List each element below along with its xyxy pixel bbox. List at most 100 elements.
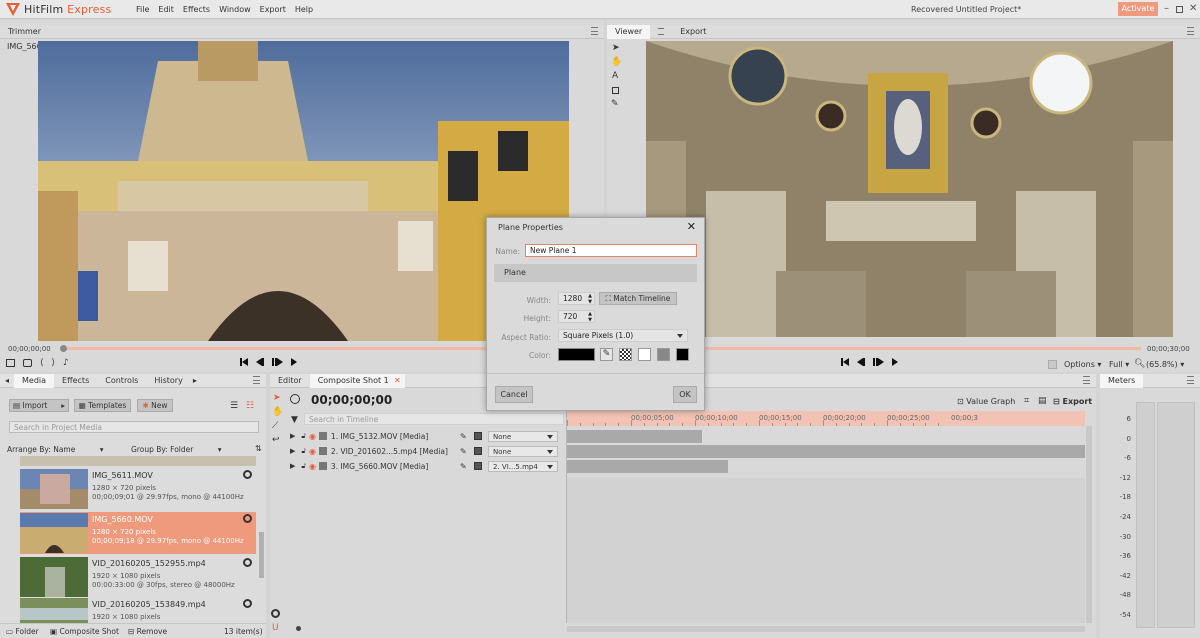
tab-history[interactable]: History — [146, 374, 190, 388]
tab-viewer[interactable]: Viewer — [607, 24, 651, 39]
width-input[interactable]: 1280 ▲ ▼ — [558, 292, 595, 305]
media-search-input[interactable]: Search in Project Media — [9, 421, 259, 433]
media-item[interactable]: IMG_5611.MOV 1280 × 720 pixels 00;00;09;… — [20, 468, 256, 510]
menu-help[interactable]: Help — [295, 5, 313, 14]
mark-out-icon[interactable]: ⟩ — [52, 358, 56, 368]
hand-tool-icon[interactable]: ✋ — [611, 57, 622, 67]
editor-export-button[interactable]: ⊟ Export — [1053, 397, 1092, 406]
trimmer-playhead[interactable] — [60, 345, 67, 352]
detail-view-icon[interactable]: ☷ — [246, 401, 254, 411]
gear-icon[interactable] — [243, 470, 252, 479]
tab-export[interactable]: Export — [672, 25, 714, 39]
templates-button[interactable]: ▦ Templates — [74, 399, 131, 412]
viewer-options-dropdown[interactable]: Options ▾ — [1064, 360, 1101, 369]
tabs-scroll-left-icon[interactable]: ◂ — [0, 376, 14, 385]
editor-menu-icon[interactable] — [1083, 376, 1090, 384]
blend-mode-dropdown[interactable]: 2. VI...5.mp4 — [488, 460, 558, 472]
visibility-icon[interactable]: ◉ — [309, 447, 316, 456]
timeline-vscroll[interactable] — [1086, 426, 1092, 623]
trimmer-menu-icon[interactable] — [591, 27, 598, 35]
tab-editor[interactable]: Editor — [270, 374, 310, 388]
pen-tool-icon[interactable]: ✎ — [611, 99, 619, 109]
viewer-step-forward-icon[interactable] — [873, 358, 884, 368]
media-scrollbar[interactable] — [259, 532, 264, 578]
timeline-hand-icon[interactable]: ✋ — [272, 407, 283, 417]
visibility-icon[interactable]: ◉ — [309, 462, 316, 471]
gray-swatch[interactable] — [657, 348, 670, 361]
new-folder-button[interactable]: ▭ Folder — [6, 627, 39, 636]
play-icon[interactable] — [291, 358, 297, 368]
group-by-dropdown[interactable]: Group By: Folder ▾ — [131, 445, 222, 454]
cancel-button[interactable]: Cancel — [495, 386, 533, 403]
menu-export[interactable]: Export — [260, 5, 286, 14]
skip-start-icon[interactable] — [240, 358, 248, 368]
menu-edit[interactable]: Edit — [158, 5, 174, 14]
tab-media[interactable]: Media — [14, 373, 55, 388]
timeline-tool-b-icon[interactable]: ▤ — [1038, 396, 1047, 406]
minimize-icon[interactable]: – — [1164, 3, 1169, 14]
step-back-icon[interactable] — [256, 358, 264, 368]
close-window-icon[interactable]: ✕ — [1189, 3, 1197, 14]
media-item-selected[interactable]: IMG_5660.MOV 1280 × 720 pixels 00;00;09;… — [20, 512, 256, 554]
pen-icon[interactable]: ✎ — [460, 432, 467, 441]
pen-icon[interactable]: ✎ — [460, 462, 467, 471]
new-button[interactable]: ✱ New — [137, 399, 173, 412]
timeline-hscroll[interactable] — [567, 626, 1085, 632]
viewer-menu-icon[interactable] — [1187, 27, 1194, 35]
gear-icon[interactable] — [243, 599, 252, 608]
viewer-quality-dropdown[interactable]: Full ▾ — [1109, 360, 1129, 369]
viewer-scrub-bar[interactable] — [646, 347, 1141, 350]
mark-in-icon[interactable]: ⟨ — [40, 358, 44, 368]
menu-window[interactable]: Window — [219, 5, 251, 14]
ok-button[interactable]: OK — [673, 386, 697, 403]
timeline-tool-a-icon[interactable]: ⌗ — [1024, 396, 1029, 406]
left-panel-menu-icon[interactable] — [253, 376, 260, 384]
viewer-grid-icon[interactable] — [1048, 360, 1057, 369]
color-swatch[interactable] — [558, 348, 595, 361]
gear-icon[interactable] — [243, 514, 252, 523]
timeline-ruler[interactable]: 00;00;05;00 00;00;10;00 00;00;15;00 00;00;2… — [567, 411, 1085, 426]
new-composite-button[interactable]: ▣ Composite Shot — [50, 627, 119, 636]
timeline-select-icon[interactable]: ➤ — [273, 393, 281, 403]
media-item[interactable]: VID_20160205_152955.mp4 1920 × 1080 pixe… — [20, 556, 256, 598]
blend-mode-dropdown[interactable]: None — [488, 430, 558, 442]
maximize-icon[interactable] — [1176, 6, 1183, 13]
filter-icon[interactable]: ▼ — [291, 415, 298, 425]
dialog-close-icon[interactable]: ✕ — [687, 220, 696, 233]
tab-effects[interactable]: Effects — [54, 374, 97, 388]
media-item[interactable]: VID_20160205_153849.mp4 1920 × 1080 pixe… — [20, 597, 256, 623]
blend-checker-icon[interactable] — [474, 462, 482, 470]
tab-composite-shot[interactable]: Composite Shot 1 ✕ — [309, 373, 405, 388]
viewer-play-icon[interactable] — [892, 358, 898, 368]
expand-icon[interactable]: ▶ — [290, 462, 295, 470]
text-tool-icon[interactable]: A — [612, 71, 618, 81]
timeline-clip[interactable] — [567, 430, 702, 443]
pen-icon[interactable]: ✎ — [460, 447, 467, 456]
overlay-icon[interactable] — [23, 359, 32, 367]
timeline-empty-area[interactable] — [567, 478, 1085, 623]
step-forward-icon[interactable] — [272, 358, 283, 368]
blend-checker-icon[interactable] — [474, 432, 482, 440]
lock-icon[interactable]: 🔓︎ — [301, 447, 306, 456]
zoom-icon[interactable]: 🔍︎ — [1134, 359, 1145, 369]
timeline-clip[interactable] — [567, 460, 728, 473]
import-button[interactable]: ▤ Import ▸ — [9, 399, 69, 412]
white-swatch[interactable] — [638, 348, 651, 361]
menu-effects[interactable]: Effects — [183, 5, 210, 14]
select-tool-icon[interactable]: ➤ — [612, 43, 620, 53]
plane-name-input[interactable]: New Plane 1 — [525, 244, 697, 257]
black-swatch[interactable] — [676, 348, 689, 361]
value-graph-button[interactable]: ⊡ Value Graph — [957, 397, 1015, 406]
expand-icon[interactable]: ▶ — [290, 432, 295, 440]
arrange-by-dropdown[interactable]: Arrange By: Name ▾ — [7, 445, 104, 454]
zoom-slider[interactable] — [286, 626, 556, 632]
lock-icon[interactable]: 🔓︎ — [301, 462, 306, 471]
lock-icon[interactable]: 🔓︎ — [301, 432, 306, 441]
viewer-skip-start-icon[interactable] — [841, 358, 849, 368]
expand-icon[interactable]: ▶ — [290, 447, 295, 455]
activate-button[interactable]: Activate — [1118, 2, 1158, 16]
tabs-scroll-right-icon[interactable]: ▸ — [191, 376, 199, 385]
insert-icon[interactable] — [6, 359, 15, 367]
meters-menu-icon[interactable] — [1187, 376, 1194, 384]
visibility-icon[interactable]: ◉ — [309, 432, 316, 441]
